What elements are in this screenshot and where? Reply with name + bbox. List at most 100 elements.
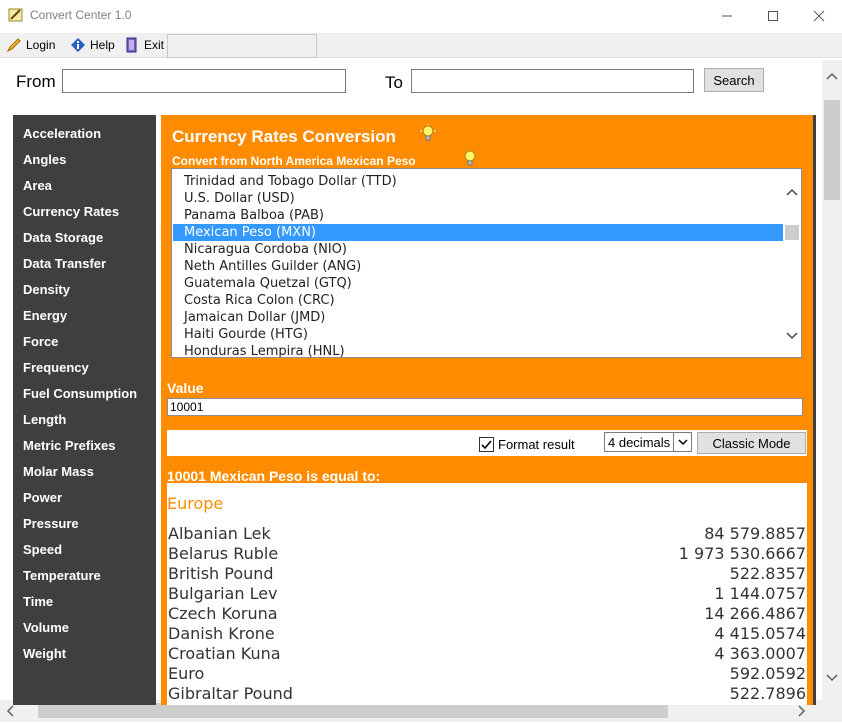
sidebar-item-data-transfer[interactable]: Data Transfer: [23, 256, 106, 271]
result-name: Czech Koruna: [168, 604, 278, 623]
sidebar-item-molar-mass[interactable]: Molar Mass: [23, 464, 94, 479]
sidebar-item-frequency[interactable]: Frequency: [23, 360, 89, 375]
search-button[interactable]: Search: [704, 68, 764, 92]
value-input[interactable]: [167, 398, 803, 416]
list-item[interactable]: Neth Antilles Guilder (ANG): [173, 258, 784, 275]
menu-help[interactable]: Help: [70, 36, 115, 54]
sidebar-item-density[interactable]: Density: [23, 282, 70, 297]
sidebar-item-volume[interactable]: Volume: [23, 620, 69, 635]
minimize-button[interactable]: [704, 0, 750, 31]
list-item[interactable]: Jamaican Dollar (JMD): [173, 309, 784, 326]
maximize-button[interactable]: [750, 0, 796, 31]
result-value: 14 266.4867: [704, 604, 806, 623]
result-name: Danish Krone: [168, 624, 275, 643]
category-sidebar: Acceleration Angles Area Currency Rates …: [13, 115, 156, 705]
sidebar-item-length[interactable]: Length: [23, 412, 66, 427]
menu-tail: [167, 34, 317, 58]
region-heading: Europe: [167, 494, 224, 513]
window-title: Convert Center 1.0: [30, 8, 132, 22]
value-label: Value: [167, 380, 204, 396]
chevron-left-icon[interactable]: [6, 705, 14, 717]
panel-subtitle: Convert from North America Mexican Peso: [172, 154, 416, 168]
result-value: 4 363.0007: [714, 644, 806, 663]
result-row: Bulgarian Lev 1 144.0757: [167, 584, 806, 604]
chevron-right-icon[interactable]: [798, 705, 806, 717]
result-row: Czech Koruna 14 266.4867: [167, 604, 806, 624]
result-value: 522.8357: [729, 564, 806, 583]
result-name: Euro: [168, 664, 205, 683]
list-item[interactable]: Trinidad and Tobago Dollar (TTD): [173, 173, 784, 190]
decimals-select[interactable]: 4 decimals: [604, 432, 692, 452]
chevron-down-icon[interactable]: [786, 332, 798, 340]
result-name: Gibraltar Pound: [168, 684, 293, 703]
menu-exit[interactable]: Exit: [124, 36, 164, 54]
result-heading: 10001 Mexican Peso is equal to:: [167, 468, 381, 484]
sidebar-item-fuel-consumption[interactable]: Fuel Consumption: [23, 386, 137, 401]
sidebar-item-temperature[interactable]: Temperature: [23, 568, 101, 583]
sidebar-item-acceleration[interactable]: Acceleration: [23, 126, 101, 141]
sidebar-item-time[interactable]: Time: [23, 594, 53, 609]
list-item[interactable]: Costa Rica Colon (CRC): [173, 292, 784, 309]
list-scroll-thumb[interactable]: [785, 225, 799, 240]
result-value: 592.0592: [729, 664, 806, 683]
menu-login[interactable]: Login: [6, 36, 55, 54]
sidebar-item-data-storage[interactable]: Data Storage: [23, 230, 103, 245]
result-value: 84 579.8857: [704, 524, 806, 543]
to-input[interactable]: [411, 69, 694, 93]
format-result-label: Format result: [498, 437, 575, 452]
chevron-down-icon[interactable]: [826, 674, 838, 682]
panel-edge: [813, 115, 816, 705]
options-bar: Format result 4 decimals Classic Mode: [167, 430, 807, 456]
vertical-scroll-thumb[interactable]: [824, 100, 840, 200]
sidebar-item-weight[interactable]: Weight: [23, 646, 66, 661]
menu-login-label: Login: [26, 38, 56, 52]
from-label: From: [16, 72, 56, 91]
lightbulb-icon: [420, 124, 436, 141]
list-item[interactable]: U.S. Dollar (USD): [173, 190, 784, 207]
decimals-value: 4 decimals: [608, 435, 671, 450]
chevron-up-icon[interactable]: [786, 188, 798, 196]
result-name: Albanian Lek: [168, 524, 271, 543]
sidebar-item-speed[interactable]: Speed: [23, 542, 62, 557]
result-name: British Pound: [168, 564, 274, 583]
list-item[interactable]: Haiti Gourde (HTG): [173, 326, 784, 343]
classic-mode-button[interactable]: Classic Mode: [697, 432, 806, 454]
result-value: 522.7896: [729, 684, 806, 703]
results-area: Europe Albanian Lek 84 579.8857 Belarus R…: [167, 483, 807, 705]
list-item[interactable]: Honduras Lempira (HNL): [173, 343, 784, 357]
dropdown-button[interactable]: [673, 433, 691, 451]
list-item[interactable]: Panama Balboa (PAB): [173, 207, 784, 224]
sidebar-item-currency-rates[interactable]: Currency Rates: [23, 204, 119, 219]
chevron-up-icon[interactable]: [826, 72, 838, 80]
list-scrollbar[interactable]: [783, 169, 801, 357]
checkmark-icon: [481, 440, 492, 450]
sidebar-item-metric-prefixes[interactable]: Metric Prefixes: [23, 438, 116, 453]
result-value: 1 973 530.6667: [678, 544, 806, 563]
result-row: Gibraltar Pound 522.7896: [167, 684, 806, 704]
result-row: Belarus Ruble 1 973 530.6667: [167, 544, 806, 564]
result-name: Bulgarian Lev: [168, 584, 278, 603]
sidebar-item-force[interactable]: Force: [23, 334, 58, 349]
app-icon: [8, 7, 24, 23]
list-item[interactable]: Nicaragua Cordoba (NIO): [173, 241, 784, 258]
exit-icon: [126, 37, 137, 53]
sidebar-item-angles[interactable]: Angles: [23, 152, 66, 167]
currency-listbox[interactable]: Trinidad and Tobago Dollar (TTD) U.S. Do…: [171, 168, 802, 358]
sidebar-item-area[interactable]: Area: [23, 178, 52, 193]
info-icon: [71, 38, 85, 52]
to-label: To: [385, 73, 403, 92]
sidebar-item-pressure[interactable]: Pressure: [23, 516, 79, 531]
title-bar: Convert Center 1.0: [0, 0, 842, 31]
list-item[interactable]: Guatemala Quetzal (GTQ): [173, 275, 784, 292]
result-name: Croatian Kuna: [168, 644, 281, 663]
from-input[interactable]: [62, 69, 346, 93]
menu-help-label: Help: [90, 38, 115, 52]
format-result-checkbox[interactable]: [479, 437, 494, 452]
vertical-scrollbar[interactable]: [822, 60, 842, 700]
pencil-icon: [6, 38, 21, 53]
list-item-selected[interactable]: Mexican Peso (MXN): [173, 224, 784, 241]
close-button[interactable]: [796, 0, 842, 31]
horizontal-scroll-thumb[interactable]: [38, 703, 668, 718]
sidebar-item-power[interactable]: Power: [23, 490, 62, 505]
sidebar-item-energy[interactable]: Energy: [23, 308, 67, 323]
